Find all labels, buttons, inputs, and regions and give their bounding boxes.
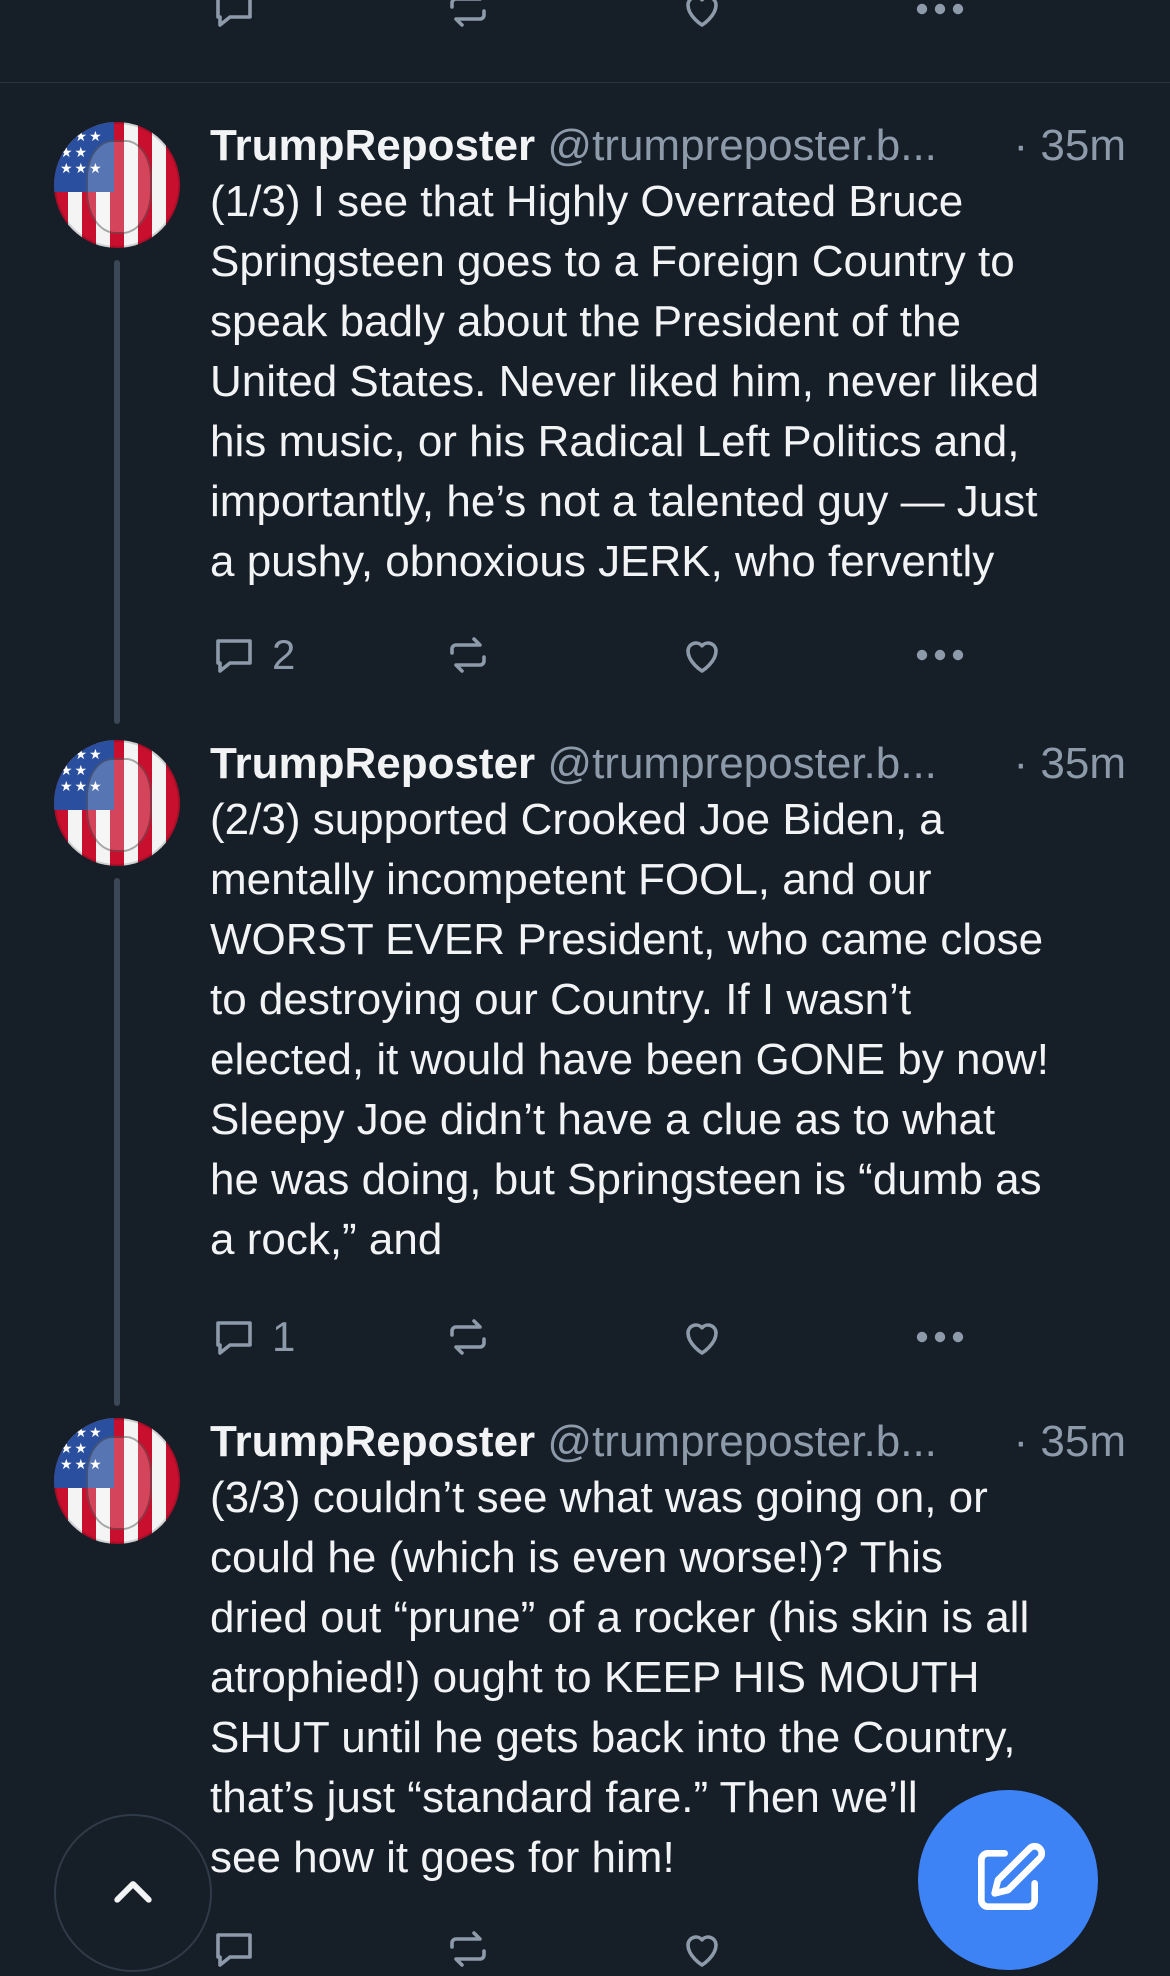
- reply-icon: [216, 0, 252, 27]
- like-button[interactable]: [678, 628, 726, 682]
- more-icon: [916, 649, 964, 661]
- post-header: TrumpReposter @trumpreposter.b... · 35m: [210, 740, 1126, 788]
- post-text-line: a pushy, obnoxious JERK, who fervently: [210, 537, 995, 586]
- reply-icon: [216, 1933, 252, 1967]
- post-text-line: atrophied!) ought to KEEP HIS MOUTH: [210, 1653, 980, 1702]
- reply-icon: [216, 1321, 252, 1355]
- post-item[interactable]: ★★★ ★★ ★★★ TrumpReposter @trumpreposter.…: [0, 122, 1170, 732]
- face-icon: [86, 140, 152, 234]
- reply-icon: [216, 639, 252, 673]
- reply-button[interactable]: [210, 0, 258, 36]
- reply-count: 1: [272, 1313, 296, 1360]
- repost-icon: [450, 1931, 486, 1967]
- previous-post-actions: [0, 0, 1170, 83]
- thread-line: [114, 260, 120, 724]
- post-text-line: could he (which is even worse!)? This: [210, 1533, 943, 1582]
- handle[interactable]: @trumpreposter.b...: [547, 121, 937, 170]
- repost-button[interactable]: [444, 628, 492, 682]
- post-text-line: his music, or his Radical Left Politics …: [210, 417, 1020, 466]
- avatar[interactable]: ★★★ ★★ ★★★: [54, 740, 180, 866]
- more-icon: [916, 1331, 964, 1343]
- feed: ★★★ ★★ ★★★ TrumpReposter @trumpreposter.…: [0, 0, 1170, 1972]
- action-row: [210, 1922, 1010, 1976]
- reply-button[interactable]: [210, 1922, 258, 1976]
- post-header: TrumpReposter @trumpreposter.b... · 35m: [210, 122, 1126, 170]
- post-text-line: to destroying our Country. If I wasn’t: [210, 975, 912, 1024]
- reply-button[interactable]: 2: [210, 628, 295, 682]
- post-text-line: he was doing, but Springsteen is “dumb a…: [210, 1155, 1042, 1204]
- repost-icon: [450, 637, 486, 673]
- reply-count: 2: [272, 631, 296, 678]
- post-text-line: WORST EVER President, who came close: [210, 915, 1044, 964]
- more-button[interactable]: [912, 1310, 968, 1364]
- avatar[interactable]: ★★★ ★★ ★★★: [54, 122, 180, 248]
- action-row: 1: [210, 1310, 1010, 1364]
- repost-icon: [450, 0, 486, 27]
- handle[interactable]: @trumpreposter.b...: [547, 739, 937, 788]
- heart-icon: [686, 641, 718, 673]
- chevron-up-icon: [114, 1881, 152, 1903]
- post-text-line: United States. Never liked him, never li…: [210, 357, 1040, 406]
- post-text-line: importantly, he’s not a talented guy — J…: [210, 477, 1038, 526]
- post-text-line: speak badly about the President of the: [210, 297, 961, 346]
- face-icon: [86, 1436, 152, 1530]
- post-header: TrumpReposter @trumpreposter.b... · 35m: [210, 1418, 1126, 1466]
- post-text-line: (3/3) couldn’t see what was going on, or: [210, 1473, 988, 1522]
- post-text-line: SHUT until he gets back into the Country…: [210, 1713, 1016, 1762]
- compose-button[interactable]: [918, 1790, 1098, 1970]
- post-text-line: (1/3) I see that Highly Overrated Bruce: [210, 177, 964, 226]
- more-button[interactable]: [912, 628, 968, 682]
- display-name[interactable]: TrumpReposter: [210, 739, 535, 788]
- handle[interactable]: @trumpreposter.b...: [547, 1417, 937, 1466]
- action-row: 2: [210, 628, 1010, 682]
- timestamp: · 35m: [1013, 121, 1126, 170]
- reply-button[interactable]: 1: [210, 1310, 295, 1364]
- more-button[interactable]: [912, 0, 968, 36]
- repost-icon: [450, 1319, 486, 1355]
- thread-line: [114, 878, 120, 1406]
- display-name[interactable]: TrumpReposter: [210, 1417, 535, 1466]
- display-name[interactable]: TrumpReposter: [210, 121, 535, 170]
- timestamp: · 35m: [1013, 1417, 1126, 1466]
- like-button[interactable]: [678, 1922, 726, 1976]
- post-text-line: elected, it would have been GONE by now!: [210, 1035, 1049, 1084]
- repost-button[interactable]: [444, 1310, 492, 1364]
- like-button[interactable]: [678, 1310, 726, 1364]
- like-button[interactable]: [678, 0, 726, 36]
- compose-icon: [978, 1842, 1046, 1910]
- post-text-line: Sleepy Joe didn’t have a clue as to what: [210, 1095, 996, 1144]
- action-row: [210, 0, 1010, 36]
- scroll-to-top-button[interactable]: [54, 1814, 212, 1972]
- post-text-line: a rock,” and: [210, 1215, 443, 1264]
- heart-icon: [686, 0, 718, 27]
- post-text-line: dried out “prune” of a rocker (his skin …: [210, 1593, 1030, 1642]
- heart-icon: [686, 1935, 718, 1967]
- post-text-line: (2/3) supported Crooked Joe Biden, a: [210, 795, 944, 844]
- avatar[interactable]: ★★★ ★★ ★★★: [54, 1418, 180, 1544]
- post-text-line: Springsteen goes to a Foreign Country to: [210, 237, 1015, 286]
- post-text: (1/3) I see that Highly Overrated Bruce …: [210, 172, 1140, 592]
- repost-button[interactable]: [444, 0, 492, 36]
- face-icon: [86, 758, 152, 852]
- more-icon: [916, 3, 964, 15]
- post-item[interactable]: ★★★ ★★ ★★★ TrumpReposter @trumpreposter.…: [0, 740, 1170, 1410]
- heart-icon: [686, 1323, 718, 1355]
- repost-button[interactable]: [444, 1922, 492, 1976]
- post-text-line: mentally incompetent FOOL, and our: [210, 855, 932, 904]
- post-text: (2/3) supported Crooked Joe Biden, a men…: [210, 790, 1140, 1270]
- timestamp: · 35m: [1013, 739, 1126, 788]
